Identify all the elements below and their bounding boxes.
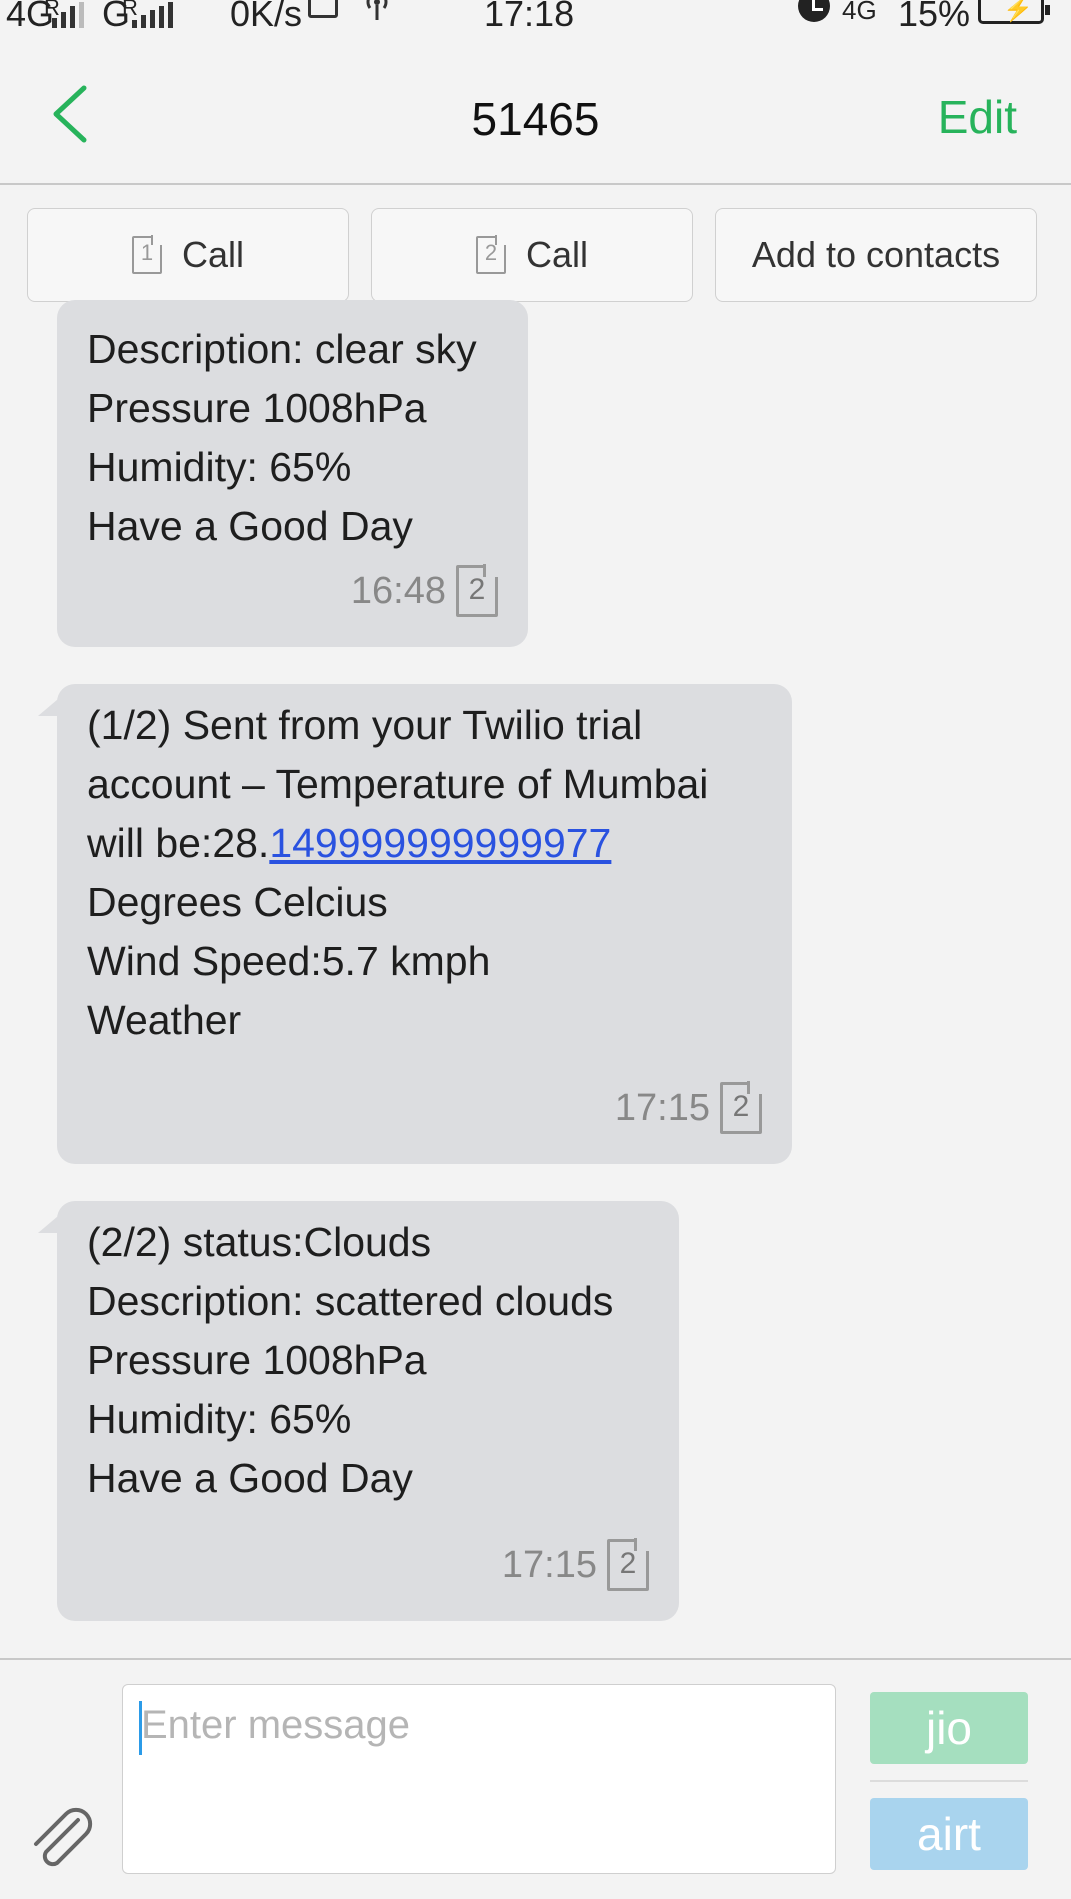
- battery-percent: 15%: [898, 0, 971, 34]
- message-line: (2/2) status:Clouds: [87, 1219, 432, 1265]
- message-line: Have a Good Day: [87, 1455, 413, 1501]
- message-line: account – Temperature of Mumbai: [87, 761, 709, 807]
- message-meta: 17:15 2: [615, 1082, 762, 1134]
- message-line: Have a Good Day: [87, 503, 413, 549]
- battery-icon: ⚡: [978, 0, 1050, 24]
- message-line: Humidity: 65%: [87, 444, 352, 490]
- conversation-header: 51465 Edit: [0, 36, 1071, 185]
- sim-card-2-icon: 2: [607, 1539, 649, 1591]
- clock: 17:18: [484, 0, 575, 34]
- phone-number-link[interactable]: 149999999999977: [269, 820, 611, 866]
- message-line: Pressure 1008hPa: [87, 1337, 427, 1383]
- sim-card-2-icon: 2: [720, 1082, 762, 1134]
- message-bubble[interactable]: (1/2) Sent from your Twilio trial accoun…: [57, 684, 792, 1164]
- send-sim2-button[interactable]: airt: [870, 1798, 1028, 1870]
- message-composer: Enter message jio airt: [0, 1658, 1071, 1899]
- sim-card-2-icon: 2: [475, 236, 506, 274]
- message-meta: 16:48 2: [351, 565, 498, 617]
- page-title: 51465: [471, 93, 600, 145]
- message-time: 16:48: [350, 569, 446, 612]
- sim-card-1-icon: 1: [131, 236, 162, 274]
- status-bar: 4G R G R 0K/s 17:18 4G 15% ⚡: [0, 0, 1071, 36]
- screenshot-icon: [308, 0, 338, 18]
- message-text: will be:28.: [87, 820, 270, 866]
- add-to-contacts-label: Add to contacts: [751, 234, 1001, 275]
- sim-card-2-icon: 2: [456, 565, 498, 617]
- message-line: Degrees Celcius: [87, 879, 388, 925]
- alarm-icon: [798, 0, 830, 22]
- hotspot-icon: [362, 0, 392, 22]
- send-divider: [870, 1780, 1028, 1782]
- message-line: (1/2) Sent from your Twilio trial: [87, 702, 643, 748]
- network-speed: 0K/s: [230, 0, 303, 34]
- call-sim1-label: Call: [181, 234, 244, 275]
- call-sim1-button[interactable]: 1 Call: [27, 208, 349, 302]
- network-type-3: 4G: [842, 0, 877, 25]
- message-input-placeholder: Enter message: [141, 1703, 411, 1747]
- signal-icon-1: [52, 2, 84, 28]
- message-line: Humidity: 65%: [87, 1396, 352, 1442]
- add-to-contacts-button[interactable]: Add to contacts: [715, 208, 1037, 302]
- edit-button[interactable]: Edit: [938, 90, 1017, 144]
- message-time: 17:15: [501, 1543, 597, 1586]
- message-line: Description: clear sky: [87, 326, 477, 372]
- message-bubble[interactable]: (2/2) status:Clouds Description: scatter…: [57, 1201, 679, 1621]
- call-sim2-button[interactable]: 2 Call: [371, 208, 693, 302]
- message-line: Description: scattered clouds: [87, 1278, 614, 1324]
- message-line: Pressure 1008hPa: [87, 385, 427, 431]
- send-sim1-button[interactable]: jio: [870, 1692, 1028, 1764]
- message-line: Wind Speed:5.7 kmph: [87, 938, 491, 984]
- paperclip-icon[interactable]: [26, 1806, 96, 1876]
- message-meta: 17:15 2: [502, 1539, 649, 1591]
- signal-icon-2: [132, 2, 173, 28]
- message-line: will be:28.149999999999977: [87, 814, 762, 873]
- message-bubble[interactable]: Description: clear sky Pressure 1008hPa …: [57, 300, 528, 647]
- message-time: 17:15: [614, 1086, 710, 1129]
- message-line: Weather: [87, 997, 242, 1043]
- message-input[interactable]: Enter message: [122, 1684, 836, 1874]
- call-sim2-label: Call: [525, 234, 588, 275]
